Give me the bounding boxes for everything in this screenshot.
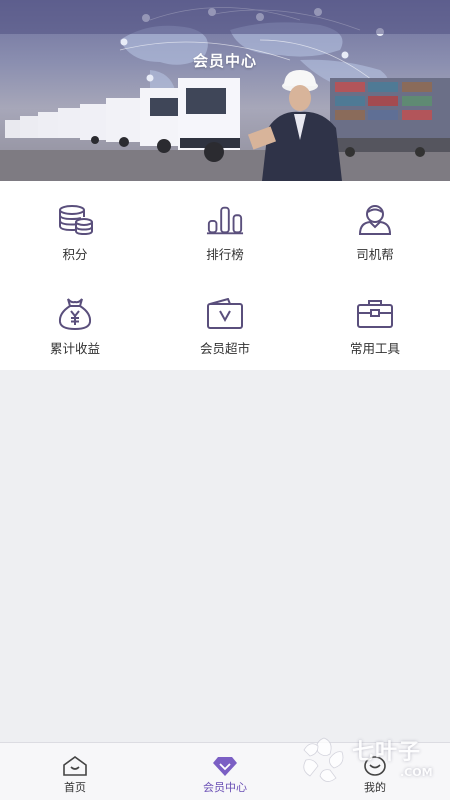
menu-item-driver-help[interactable]: 司机帮 xyxy=(300,181,450,275)
menu-item-label: 累计收益 xyxy=(49,341,100,356)
coins-icon xyxy=(56,203,94,237)
status-bar xyxy=(0,0,450,34)
diamond-icon xyxy=(212,755,238,777)
menu-item-label: 常用工具 xyxy=(349,341,400,356)
member-center-page: 会员中心 积分 排行榜 司机帮 累计收益 会员超市 常用工具 首页 会员中心 我… xyxy=(0,0,450,800)
menu-item-member-mall[interactable]: 会员超市 xyxy=(150,275,300,369)
home-icon xyxy=(62,755,88,777)
feature-menu: 积分 排行榜 司机帮 累计收益 会员超市 常用工具 xyxy=(0,181,450,370)
menu-item-ranking[interactable]: 排行榜 xyxy=(150,181,300,275)
money-bag-icon xyxy=(56,297,94,331)
menu-item-earnings[interactable]: 累计收益 xyxy=(0,275,150,369)
toolbox-icon xyxy=(356,297,394,331)
tab-label: 我的 xyxy=(364,781,386,794)
tab-label: 会员中心 xyxy=(203,781,247,794)
tab-mine[interactable]: 我的 xyxy=(300,743,450,800)
supermarket-icon xyxy=(206,297,244,331)
bar-chart-icon xyxy=(206,203,244,237)
profile-icon xyxy=(362,755,388,777)
menu-item-label: 排行榜 xyxy=(206,247,244,262)
menu-item-label: 司机帮 xyxy=(356,247,394,262)
driver-icon xyxy=(356,203,394,237)
page-title: 会员中心 xyxy=(192,52,257,70)
bottom-tab-bar: 首页 会员中心 我的 xyxy=(0,742,450,800)
tab-label: 首页 xyxy=(64,781,86,794)
tab-home[interactable]: 首页 xyxy=(0,743,150,800)
menu-item-points[interactable]: 积分 xyxy=(0,181,150,275)
menu-item-tools[interactable]: 常用工具 xyxy=(300,275,450,369)
menu-item-label: 会员超市 xyxy=(199,341,250,356)
hero-banner: 会员中心 xyxy=(0,0,450,181)
menu-item-label: 积分 xyxy=(62,247,88,262)
tab-member-center[interactable]: 会员中心 xyxy=(150,743,300,800)
